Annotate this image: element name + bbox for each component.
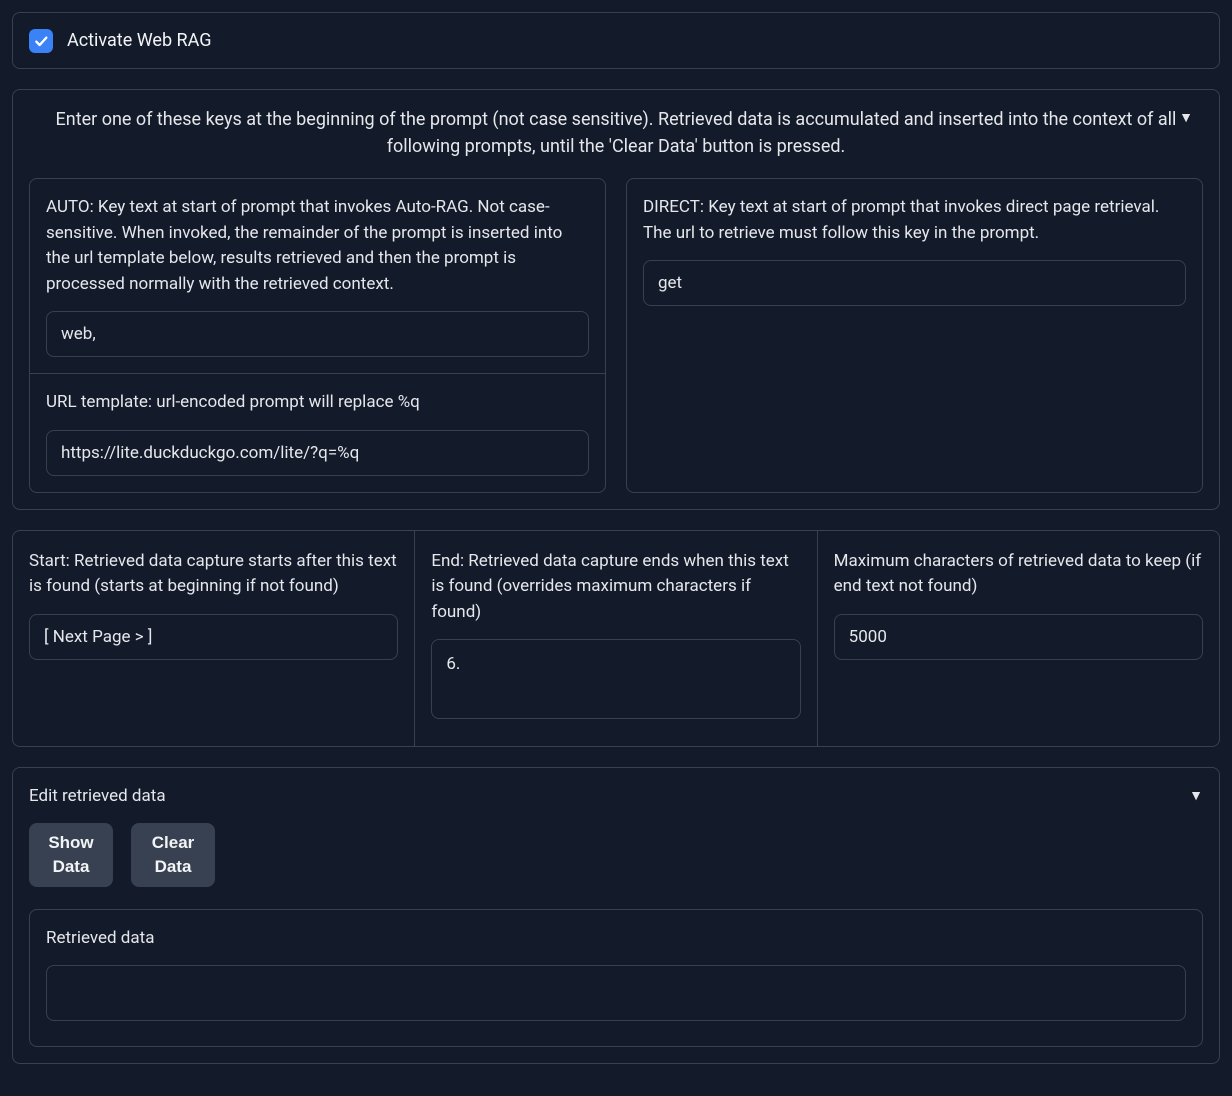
capture-start-description: Start: Retrieved data capture starts aft…: [29, 549, 398, 600]
auto-key-input[interactable]: [46, 311, 589, 357]
collapse-toggle-icon[interactable]: ▼: [1179, 108, 1193, 129]
edit-panel: Edit retrieved data ▼ Show Data Clear Da…: [12, 767, 1220, 1064]
clear-data-button[interactable]: Clear Data: [131, 823, 215, 887]
url-template-description: URL template: url-encoded prompt will re…: [46, 390, 589, 416]
auto-description: AUTO: Key text at start of prompt that i…: [46, 195, 589, 297]
activate-label: Activate Web RAG: [67, 27, 212, 54]
edit-header-label: Edit retrieved data: [29, 784, 166, 810]
capture-max-section: Maximum characters of retrieved data to …: [817, 531, 1219, 746]
capture-start-section: Start: Retrieved data capture starts aft…: [13, 531, 414, 746]
direct-section: DIRECT: Key text at start of prompt that…: [627, 179, 1202, 322]
retrieved-section: Retrieved data: [29, 909, 1203, 1047]
url-template-input[interactable]: [46, 430, 589, 476]
direct-key-input[interactable]: [643, 260, 1186, 306]
capture-max-description: Maximum characters of retrieved data to …: [834, 549, 1203, 600]
capture-end-section: End: Retrieved data capture ends when th…: [414, 531, 816, 746]
edit-header: Edit retrieved data ▼: [29, 784, 1203, 810]
show-data-button[interactable]: Show Data: [29, 823, 113, 887]
activate-row: Activate Web RAG: [13, 13, 1219, 68]
instructions-header-text: Enter one of these keys at the beginning…: [56, 109, 1177, 157]
key-columns: AUTO: Key text at start of prompt that i…: [29, 178, 1203, 493]
instructions-header: Enter one of these keys at the beginning…: [29, 106, 1203, 178]
capture-max-input[interactable]: [834, 614, 1203, 660]
checkmark-icon: [33, 33, 49, 49]
url-template-section: URL template: url-encoded prompt will re…: [30, 373, 605, 492]
capture-end-description: End: Retrieved data capture ends when th…: [431, 549, 800, 626]
direct-column: DIRECT: Key text at start of prompt that…: [626, 178, 1203, 493]
activate-panel: Activate Web RAG: [12, 12, 1220, 69]
auto-section: AUTO: Key text at start of prompt that i…: [30, 179, 605, 373]
retrieved-label: Retrieved data: [46, 926, 1186, 952]
activate-checkbox[interactable]: [29, 29, 53, 53]
retrieved-data-textarea[interactable]: [46, 965, 1186, 1021]
direct-description: DIRECT: Key text at start of prompt that…: [643, 195, 1186, 246]
auto-column: AUTO: Key text at start of prompt that i…: [29, 178, 606, 493]
capture-panel: Start: Retrieved data capture starts aft…: [12, 530, 1220, 747]
edit-collapse-toggle-icon[interactable]: ▼: [1189, 786, 1203, 807]
edit-button-row: Show Data Clear Data: [29, 823, 1203, 887]
capture-start-input[interactable]: [29, 614, 398, 660]
capture-end-input[interactable]: [431, 639, 800, 719]
instructions-panel: Enter one of these keys at the beginning…: [12, 89, 1220, 510]
